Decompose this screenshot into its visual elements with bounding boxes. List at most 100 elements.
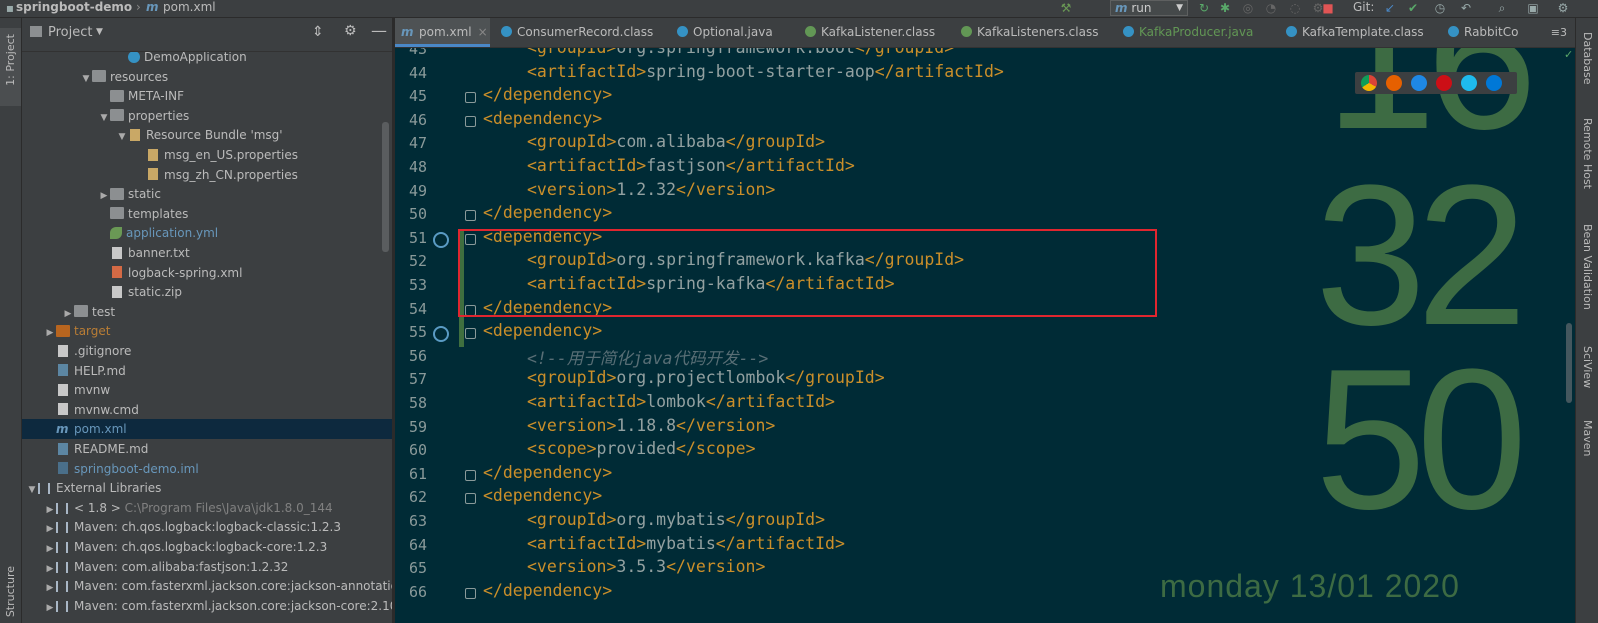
- vcs-change-marker[interactable]: [459, 323, 464, 347]
- tree-item[interactable]: ▶ Maven: com.fasterxml.jackson.core:jacks…: [22, 576, 392, 596]
- git-commit-icon[interactable]: ✔: [1405, 0, 1421, 16]
- build-hammer-icon[interactable]: ⚒: [1058, 0, 1074, 16]
- tab-consumerrecord-class[interactable]: ConsumerRecord.class: [495, 18, 673, 47]
- maven-tool-tab[interactable]: Maven: [1581, 420, 1594, 456]
- fold-start-icon[interactable]: [465, 328, 476, 340]
- editor-scrollbar[interactable]: ✓: [1563, 48, 1575, 623]
- code-line[interactable]: <version>3.5.3</version>: [527, 557, 765, 576]
- project-panel-title[interactable]: Project: [48, 25, 92, 40]
- tab-kafkaproducer-java[interactable]: KafkaProducer.java: [1117, 18, 1283, 47]
- search-icon[interactable]: ⌕: [1494, 0, 1510, 16]
- code-line[interactable]: <groupId>com.alibaba</groupId>: [527, 132, 825, 151]
- code-line[interactable]: </dependency>: [483, 203, 612, 222]
- tree-item[interactable]: logback-spring.xml: [22, 263, 392, 283]
- code-line[interactable]: <dependency>: [483, 321, 602, 340]
- tree-item[interactable]: README.md: [22, 439, 392, 459]
- window-icon[interactable]: ▣: [1525, 0, 1541, 16]
- tree-item[interactable]: static.zip: [22, 282, 392, 302]
- safari-icon[interactable]: [1411, 75, 1427, 91]
- tree-item[interactable]: DemoApplication: [22, 52, 392, 67]
- code-line[interactable]: <version>1.18.8</version>: [527, 416, 775, 435]
- gear-icon[interactable]: ⚙: [344, 23, 357, 39]
- edge-icon[interactable]: [1486, 75, 1502, 91]
- tree-item[interactable]: ▼ properties: [22, 106, 392, 126]
- close-icon[interactable]: ×: [478, 25, 488, 39]
- tree-item[interactable]: msg_en_US.properties: [22, 145, 392, 165]
- breadcrumb-project[interactable]: springboot-demo: [16, 0, 132, 17]
- tree-item[interactable]: ▶ test: [22, 302, 392, 322]
- code-line[interactable]: <!--用于简化java代码开发-->: [527, 345, 768, 369]
- dependency-gutter-icon[interactable]: [433, 326, 449, 343]
- opera-icon[interactable]: [1436, 75, 1452, 91]
- fold-end-icon[interactable]: [465, 469, 476, 481]
- tab-kafkalisteners-class[interactable]: KafkaListeners.class: [955, 18, 1119, 47]
- code-line[interactable]: <version>1.2.32</version>: [527, 180, 775, 199]
- code-line[interactable]: <artifactId>spring-boot-starter-aop</art…: [527, 62, 1004, 81]
- attach-icon[interactable]: ◌: [1287, 0, 1303, 16]
- code-line[interactable]: <artifactId>lombok</artifactId>: [527, 392, 835, 411]
- fold-end-icon[interactable]: [465, 92, 476, 104]
- code-line[interactable]: <dependency>: [483, 486, 602, 505]
- database-tool-tab[interactable]: Database: [1581, 32, 1594, 85]
- tab-overflow[interactable]: ≡3: [1551, 18, 1567, 47]
- tree-item[interactable]: .gitignore: [22, 341, 392, 361]
- tree-item[interactable]: ▶ Maven: ch.qos.logback:logback-classic:1…: [22, 517, 392, 537]
- collapse-all-icon[interactable]: ⇕: [312, 24, 324, 40]
- code-line[interactable]: <groupId>org.projectlombok</groupId>: [527, 368, 885, 387]
- tree-item[interactable]: ▶ target: [22, 321, 392, 341]
- code-line[interactable]: </dependency>: [483, 85, 612, 104]
- tree-item[interactable]: HELP.md: [22, 361, 392, 381]
- stop-icon[interactable]: ■: [1320, 0, 1336, 16]
- sciview-tool-tab[interactable]: SciView: [1581, 346, 1594, 388]
- editor-scroll-thumb[interactable]: [1566, 323, 1572, 403]
- tree-item[interactable]: mvnw: [22, 380, 392, 400]
- profile-icon[interactable]: ◔: [1263, 0, 1279, 16]
- tab-pom-xml[interactable]: m pom.xml ×: [395, 18, 490, 47]
- settings-icon[interactable]: ⚙: [1555, 0, 1571, 16]
- tree-item[interactable]: ▶ Maven: com.alibaba:fastjson:1.2.32: [22, 557, 392, 577]
- rerun-icon[interactable]: ↻: [1196, 0, 1212, 16]
- chrome-icon[interactable]: [1361, 75, 1377, 91]
- tree-item[interactable]: ▶ static: [22, 184, 392, 204]
- fold-start-icon[interactable]: [465, 493, 476, 505]
- hide-panel-icon[interactable]: —: [371, 21, 387, 40]
- tree-item[interactable]: m pom.xml: [22, 419, 392, 440]
- fold-start-icon[interactable]: [465, 115, 476, 127]
- code-line[interactable]: </dependency>: [483, 581, 612, 600]
- bean-validation-tool-tab[interactable]: Bean Validation: [1581, 224, 1594, 310]
- rollback-icon[interactable]: ↶: [1458, 0, 1474, 16]
- debug-bug-icon[interactable]: ✱: [1217, 0, 1233, 16]
- breadcrumb-file[interactable]: pom.xml: [163, 0, 216, 17]
- code-line[interactable]: </dependency>: [483, 463, 612, 482]
- fold-end-icon[interactable]: [465, 210, 476, 222]
- project-tool-tab[interactable]: 1: Project: [0, 28, 21, 106]
- tree-item[interactable]: templates: [22, 204, 392, 224]
- git-update-icon[interactable]: ↙: [1382, 0, 1398, 16]
- code-line[interactable]: <groupId>org.mybatis</groupId>: [527, 510, 825, 529]
- chevron-down-icon[interactable]: ▼: [96, 27, 103, 37]
- fold-end-icon[interactable]: [465, 587, 476, 599]
- tab-rabbitco[interactable]: RabbitCo: [1442, 18, 1528, 47]
- history-icon[interactable]: ◷: [1432, 0, 1448, 16]
- structure-tool-tab[interactable]: Structure: [4, 566, 17, 617]
- tree-item[interactable]: ▼ resources: [22, 67, 392, 87]
- tree-item[interactable]: ▶ Maven: com.fasterxml.jackson.core:jacks…: [22, 596, 392, 616]
- tree-item[interactable]: ▼ External Libraries: [22, 478, 392, 498]
- code-line[interactable]: <artifactId>fastjson</artifactId>: [527, 156, 855, 175]
- tab-kafkalistener-class[interactable]: KafkaListener.class: [799, 18, 957, 47]
- coverage-icon[interactable]: ◎: [1240, 0, 1256, 16]
- code-line[interactable]: <dependency>: [483, 109, 602, 128]
- tab-kafkatemplate-class[interactable]: KafkaTemplate.class: [1280, 18, 1444, 47]
- tree-item[interactable]: application.yml: [22, 223, 392, 243]
- ie-icon[interactable]: [1461, 75, 1477, 91]
- tree-item[interactable]: mvnw.cmd: [22, 400, 392, 420]
- remote-host-tool-tab[interactable]: Remote Host: [1581, 118, 1594, 189]
- code-line[interactable]: <artifactId>mybatis</artifactId>: [527, 534, 845, 553]
- tree-item[interactable]: banner.txt: [22, 243, 392, 263]
- code-editor[interactable]: 43 44 45 46 47 48 49 50 51 52 53 54 55 56 57 58 59 60 61 62…: [395, 48, 1575, 623]
- tree-item[interactable]: springboot-demo.iml: [22, 459, 392, 479]
- run-configuration-select[interactable]: m run ▼: [1110, 0, 1188, 16]
- code-line[interactable]: <groupId>org.springframework.boot</group…: [527, 48, 954, 57]
- firefox-icon[interactable]: [1386, 75, 1402, 91]
- code-line[interactable]: <scope>provided</scope>: [527, 439, 756, 458]
